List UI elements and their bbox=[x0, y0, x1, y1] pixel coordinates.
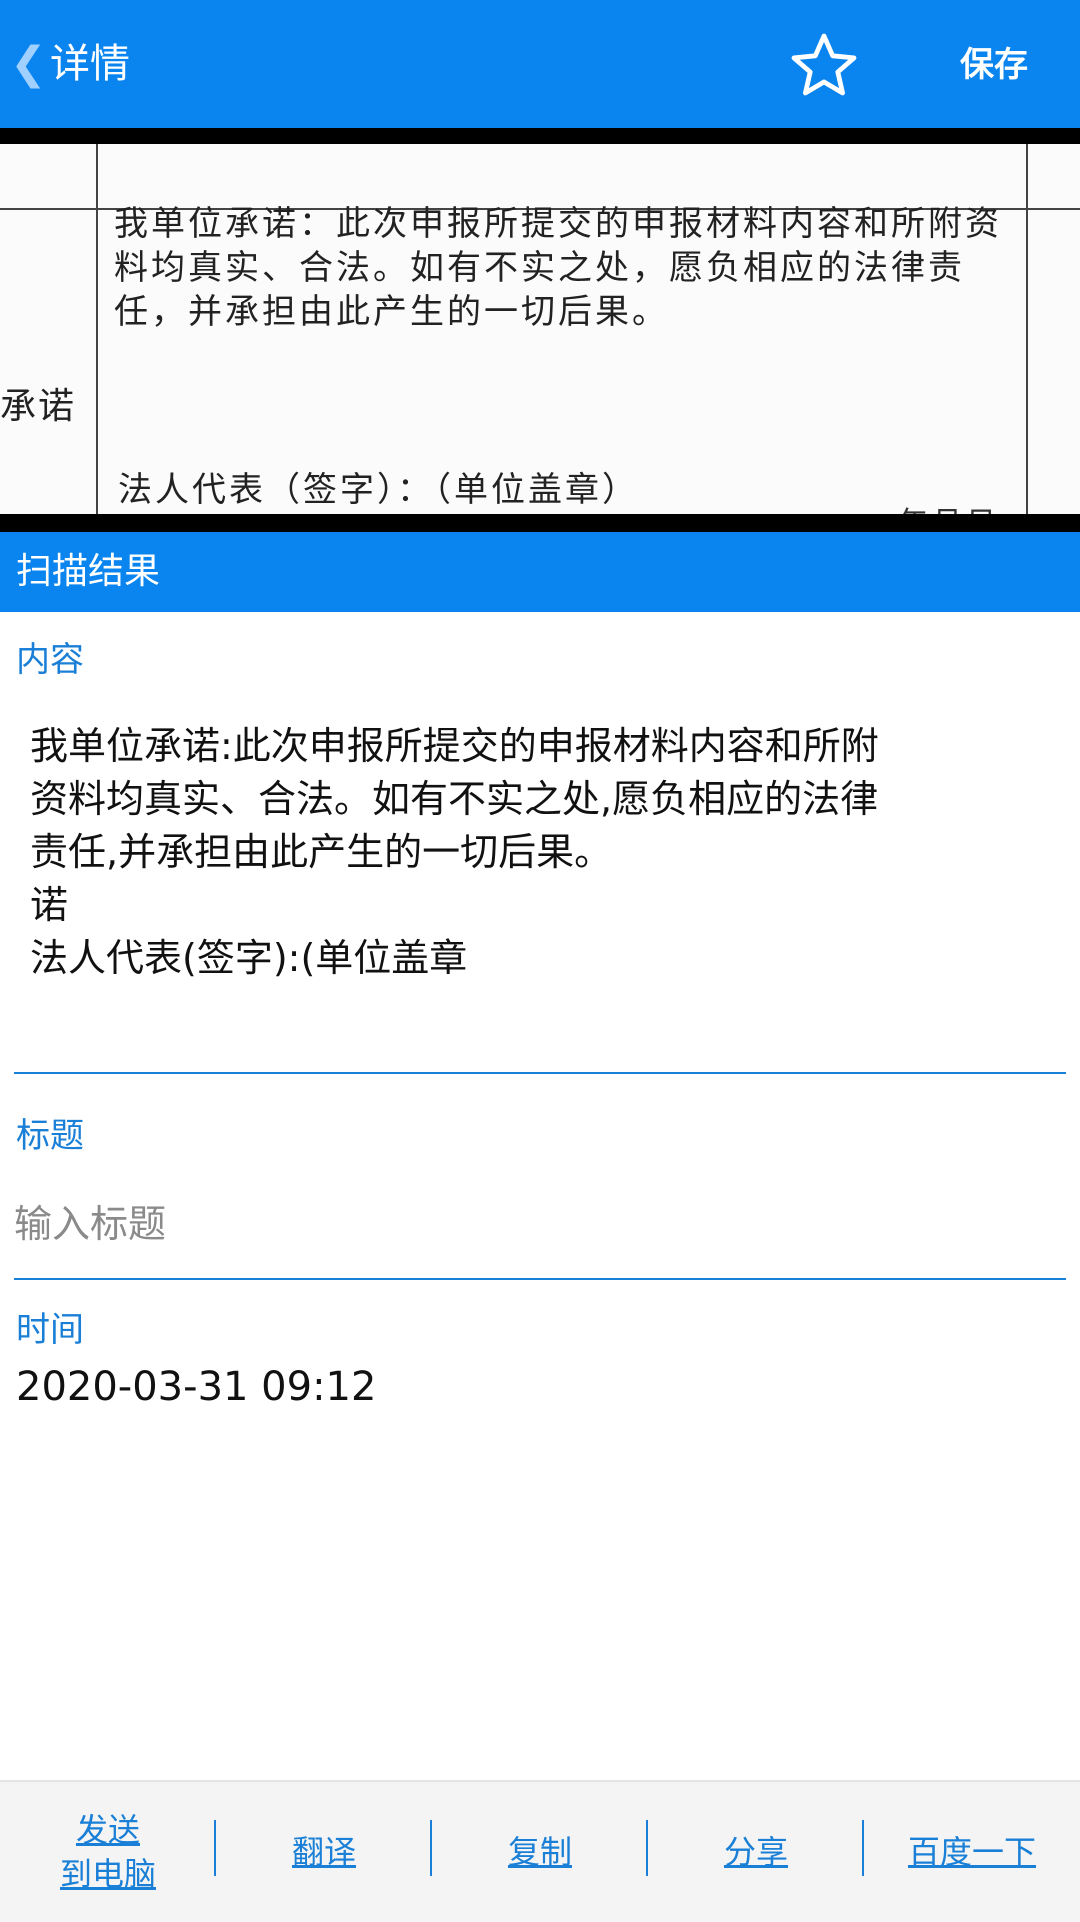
back-chevron-icon[interactable]: ❮ bbox=[10, 36, 47, 92]
send-to-computer-label: 发送 到电脑 bbox=[59, 1811, 156, 1893]
scan-paragraph: 我单位承诺：此次申报所提交的申报材料内容和所附资料均真实、合法。如有不实之处，愿… bbox=[114, 204, 1002, 332]
baidu-search-button[interactable]: 百度一下 bbox=[864, 1782, 1080, 1922]
back-title[interactable]: 详情 bbox=[50, 36, 130, 92]
scan-table-line bbox=[96, 144, 98, 514]
content-text[interactable]: 我单位承诺:此次申报所提交的申报材料内容和所附 资料均真实、合法。如有不实之处,… bbox=[30, 720, 1050, 985]
content-divider bbox=[14, 1072, 1066, 1074]
share-button[interactable]: 分享 bbox=[648, 1782, 864, 1922]
scan-table-line bbox=[1026, 144, 1028, 514]
title-input[interactable] bbox=[14, 1192, 1054, 1256]
save-button[interactable]: 保存 bbox=[960, 40, 1028, 90]
scan-image-frame: 承诺 我单位承诺：此次申报所提交的申报材料内容和所附资料均真实、合法。如有不实之… bbox=[0, 128, 1080, 532]
content-label: 内容 bbox=[16, 640, 84, 680]
bottom-toolbar: 发送 到电脑 翻译 复制 分享 百度一下 bbox=[0, 1780, 1080, 1922]
scan-date-partial: 年月日 bbox=[898, 498, 1000, 514]
send-to-computer-button[interactable]: 发送 到电脑 bbox=[0, 1782, 216, 1922]
section-title: 扫描结果 bbox=[16, 551, 161, 592]
title-divider bbox=[14, 1278, 1066, 1280]
star-outline-icon[interactable] bbox=[788, 30, 860, 102]
translate-button[interactable]: 翻译 bbox=[216, 1782, 432, 1922]
scan-image[interactable]: 承诺 我单位承诺：此次申报所提交的申报材料内容和所附资料均真实、合法。如有不实之… bbox=[0, 144, 1080, 514]
scan-side-label: 承诺 bbox=[0, 386, 77, 427]
time-label: 时间 bbox=[16, 1310, 84, 1350]
scan-signature-line: 法人代表（签字）：（单位盖章） bbox=[118, 470, 639, 510]
title-label: 标题 bbox=[16, 1116, 84, 1156]
section-header: 扫描结果 bbox=[0, 532, 1080, 612]
top-app-bar: ❮ 详情 保存 bbox=[0, 0, 1080, 128]
time-value: 2020-03-31 09:12 bbox=[16, 1364, 377, 1410]
copy-button[interactable]: 复制 bbox=[432, 1782, 648, 1922]
